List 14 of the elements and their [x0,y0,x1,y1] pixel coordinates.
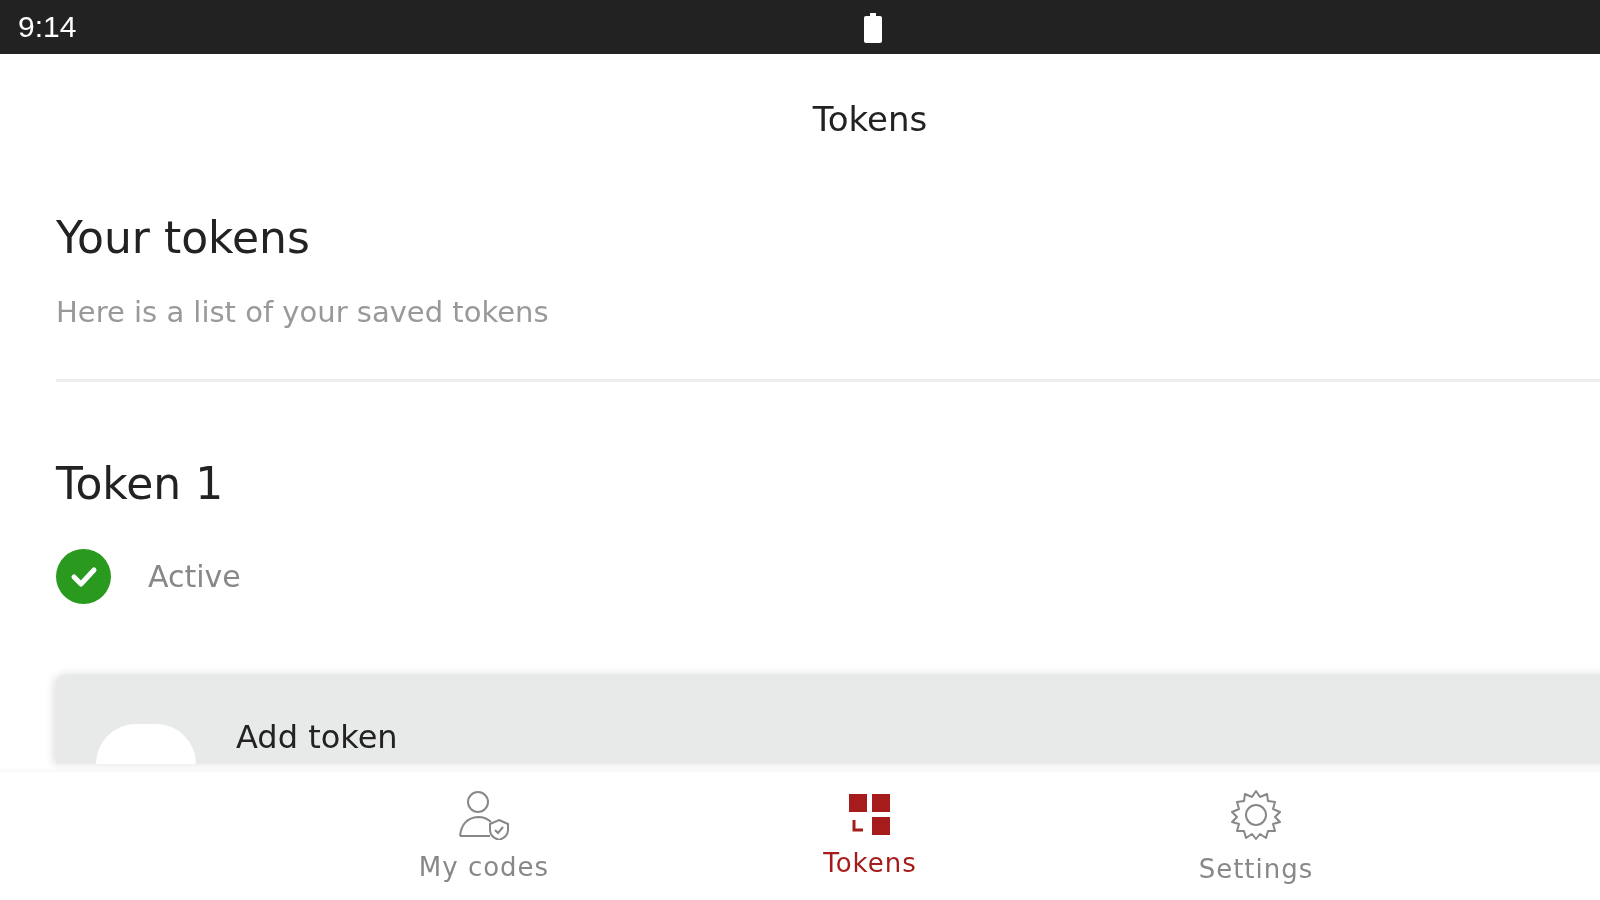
settings-icon [1229,788,1283,842]
token-status: Active [148,559,241,594]
token-name: Token 1 [56,458,225,509]
add-token-card[interactable]: Add token [56,674,1600,764]
section-heading: Your tokens [56,212,311,263]
battery-icon [863,13,883,43]
nav-tab[interactable]: Settings [1063,772,1449,900]
grid-icon [849,794,891,836]
nav-tab[interactable]: My codes [291,772,677,900]
user-shield-icon [458,790,510,840]
status-time: 9:14 [18,10,77,44]
nav-tab[interactable]: Tokens [677,772,1063,900]
page-title: Tokens [812,99,928,139]
section-subtitle: Here is a list of your saved tokens [56,295,550,329]
